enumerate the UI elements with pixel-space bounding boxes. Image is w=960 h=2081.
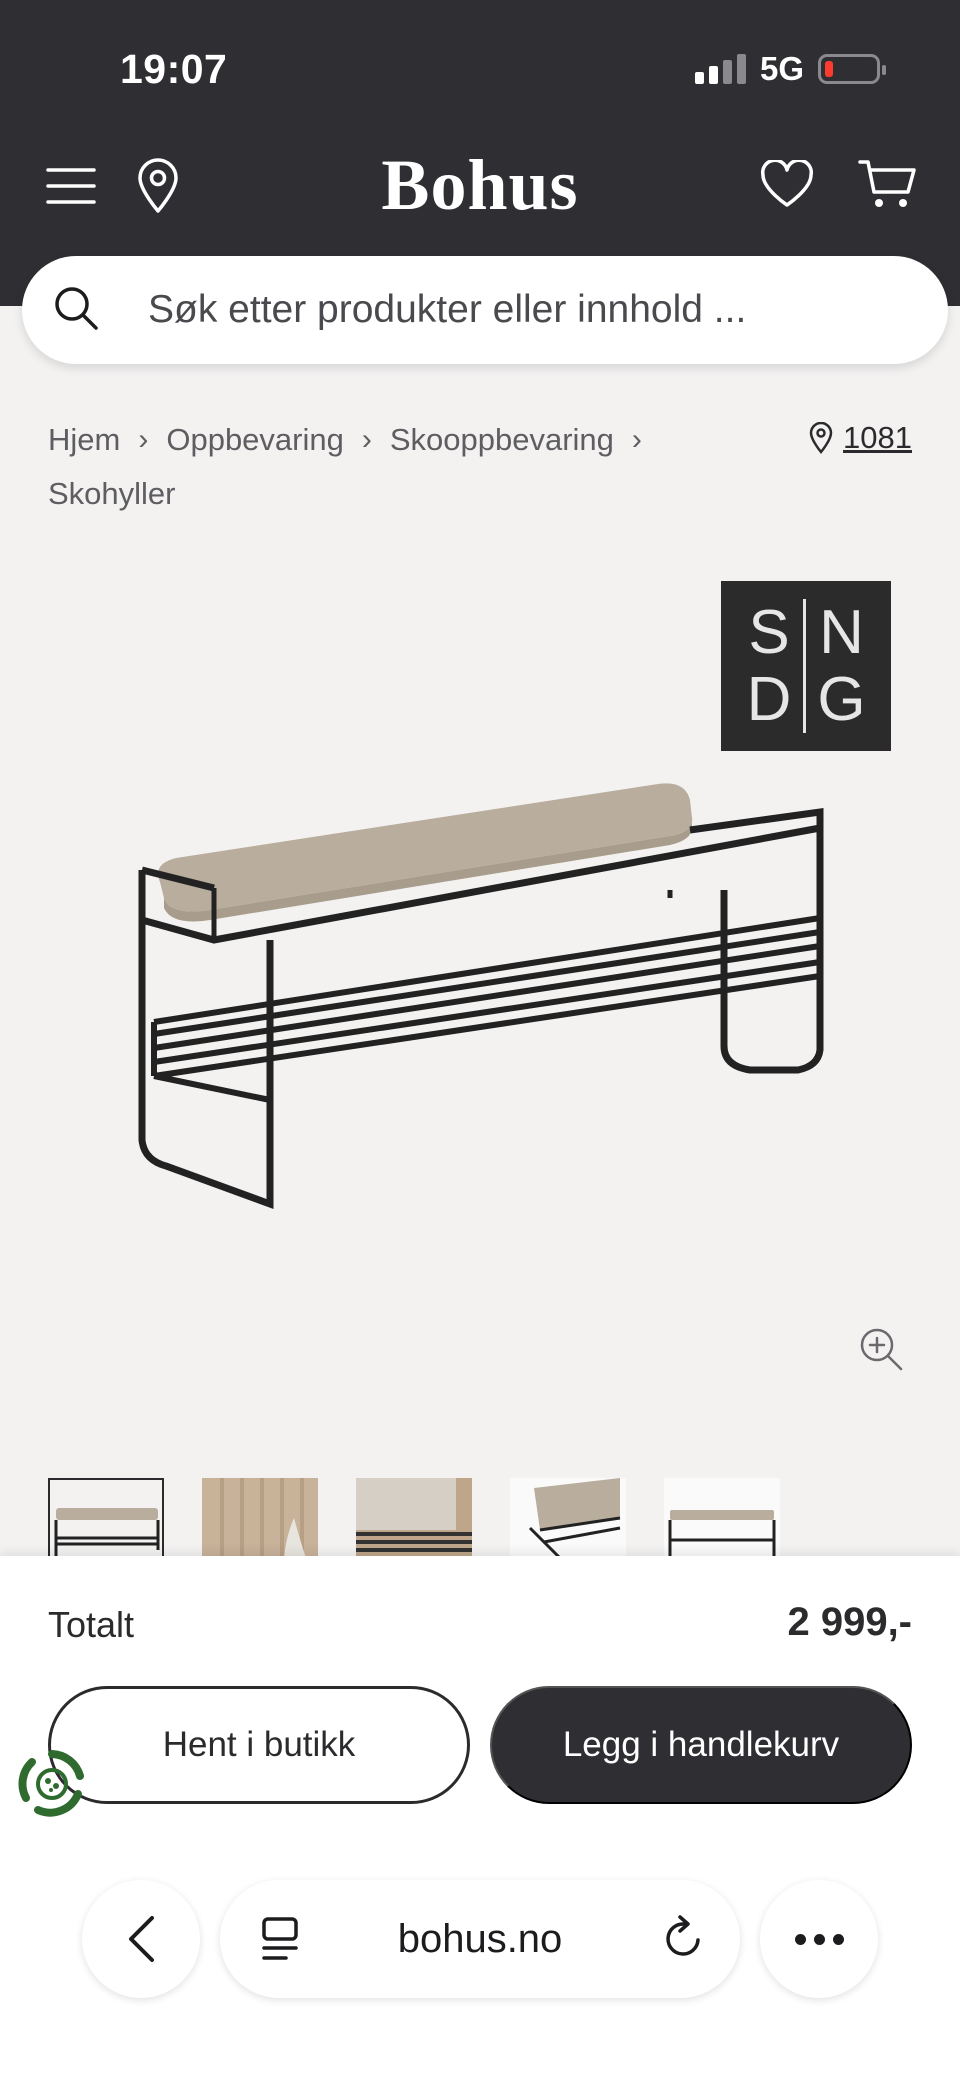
chevron-right-icon: ›	[361, 422, 372, 456]
thumbnail-4[interactable]	[510, 1478, 626, 1558]
location-pin-icon	[809, 422, 833, 454]
search-bar[interactable]	[22, 256, 948, 364]
dot-icon	[794, 1933, 806, 1945]
dot-icon	[832, 1933, 844, 1945]
total-price: 2 999,-	[787, 1600, 912, 1644]
network-label: 5G	[759, 50, 804, 87]
total-label: Totalt	[48, 1604, 135, 1645]
signal-icon	[694, 54, 746, 84]
chevron-right-icon: ›	[631, 422, 642, 456]
header-nav-right	[760, 158, 916, 215]
more-options-button[interactable]	[760, 1880, 878, 1998]
add-to-cart-button[interactable]: Legg i handlekurv	[490, 1686, 912, 1804]
thumbnail-5[interactable]	[664, 1478, 780, 1558]
brand-logo: S N D G	[721, 581, 891, 751]
dot-icon	[813, 1933, 825, 1945]
battery-icon	[818, 54, 886, 84]
store-code[interactable]: 1081	[843, 412, 912, 464]
search-icon	[52, 284, 100, 337]
breadcrumb-item-skohyller[interactable]: Skohyller	[48, 476, 176, 511]
zoom-in-icon[interactable]	[858, 1326, 904, 1377]
heart-icon[interactable]	[760, 158, 814, 213]
back-button[interactable]	[82, 1880, 200, 1998]
store-selector[interactable]: 1081	[809, 412, 912, 464]
status-time: 19:07	[120, 46, 228, 92]
thumbnail-strip	[48, 1478, 780, 1558]
breadcrumb-item-oppbevaring[interactable]: Oppbevaring	[166, 422, 344, 457]
reload-icon[interactable]	[662, 1914, 706, 1967]
checkout-sheet: Totalt 2 999,- Hent i butikk Legg i hand…	[0, 1556, 960, 2081]
breadcrumb-item-skooppbevaring[interactable]: Skooppbevaring	[390, 422, 614, 457]
cart-icon[interactable]	[858, 158, 916, 215]
pickup-in-store-button[interactable]: Hent i butikk	[48, 1686, 470, 1804]
thumbnail-3[interactable]	[356, 1478, 472, 1558]
search-input[interactable]	[148, 288, 848, 332]
thumbnail-2[interactable]	[202, 1478, 318, 1558]
breadcrumb: Hjem › Oppbevaring › Skooppbevaring › Skohyll…	[48, 412, 848, 520]
status-indicators: 5G	[694, 50, 886, 88]
eco-recycle-icon[interactable]	[16, 1748, 88, 1820]
address-bar[interactable]: bohus.no	[220, 1880, 740, 1998]
product-image[interactable]	[130, 770, 830, 1215]
chevron-right-icon: ›	[138, 422, 149, 456]
browser-toolbar: bohus.no	[0, 1880, 960, 2000]
chevron-left-icon	[129, 1916, 154, 1962]
breadcrumb-item-hjem[interactable]: Hjem	[48, 422, 120, 457]
thumbnail-1[interactable]	[48, 1478, 164, 1558]
